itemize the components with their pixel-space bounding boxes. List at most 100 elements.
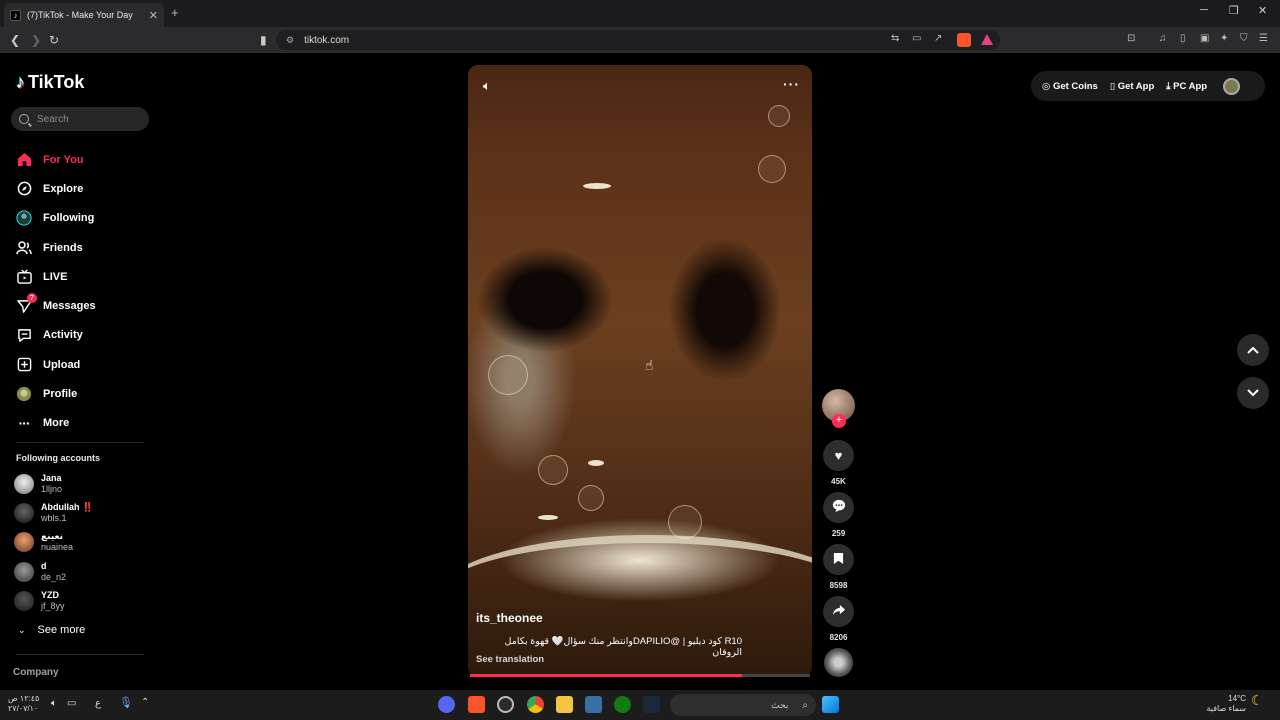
tray-chevron-up-icon[interactable]: ⌃ (141, 698, 149, 708)
steam-icon[interactable] (643, 696, 660, 713)
nav-messages[interactable]: 7 Messages (16, 291, 96, 320)
user-avatar[interactable] (1223, 77, 1241, 95)
avatar (14, 532, 34, 552)
get-coins-button[interactable]: ◎ Get Coins (1042, 81, 1098, 92)
cast-icon[interactable]: ▭ (912, 33, 921, 44)
account-item[interactable]: Abdullah ‼️ wbls.1 (14, 502, 93, 524)
account-item[interactable]: نعينع nuainea (14, 531, 73, 553)
see-translation-button[interactable]: See translation (476, 654, 544, 665)
sidebar-icon[interactable]: ▯ (1180, 33, 1186, 44)
vpn-shield-icon[interactable]: ⛉ (1240, 33, 1248, 44)
pc-app-button[interactable]: ⤓ PC App (1166, 81, 1207, 92)
progress-fill (470, 674, 742, 677)
upload-plus-icon (16, 357, 32, 373)
discord-icon[interactable] (438, 696, 455, 713)
browser-tab[interactable]: ♪ (7)TikTok - Make Your Day ✕ (4, 3, 164, 27)
network-tray-icon[interactable]: ▭ (67, 699, 76, 709)
nav-label: Explore (43, 182, 84, 195)
see-more-button[interactable]: ⌄ See more (18, 624, 85, 636)
screenshot-icon[interactable]: ⊡ (1127, 33, 1135, 44)
brave-rewards-icon[interactable] (981, 34, 993, 45)
top-actions: ◎ Get Coins ▯ Get App ⤓ PC App (1031, 71, 1265, 101)
share-icon[interactable]: ↗ (934, 33, 942, 44)
bubble-shape (578, 485, 604, 511)
friends-icon (16, 240, 32, 256)
share-arrow-icon (832, 604, 846, 619)
chevron-down-icon (1247, 386, 1259, 400)
video-player[interactable] (468, 65, 812, 677)
browser-tab-bar: ♪ (7)TikTok - Make Your Day ✕ + ─ ❐ ✕ (0, 0, 1280, 27)
company-link[interactable]: Company (13, 667, 59, 678)
new-tab-icon[interactable]: + (171, 5, 179, 20)
forward-icon[interactable]: ❯ (31, 33, 41, 47)
account-name: Jana (41, 473, 62, 483)
window-close-icon[interactable]: ✕ (1258, 4, 1267, 17)
leo-ai-icon[interactable]: ✦ (1220, 33, 1228, 44)
nav-more[interactable]: ··· More (16, 409, 96, 438)
home-icon (16, 152, 32, 168)
microphone-icon[interactable]: 🎙︎ (119, 698, 133, 709)
follow-plus-icon[interactable]: + (832, 414, 846, 428)
previous-video-button[interactable] (1237, 334, 1269, 366)
reload-icon[interactable]: ↻ (49, 33, 59, 47)
video-progress-bar[interactable] (470, 674, 810, 677)
save-button[interactable] (823, 544, 854, 575)
nav-friends[interactable]: Friends (16, 233, 96, 262)
nav-following[interactable]: Following (16, 204, 96, 233)
account-item[interactable]: YZD jf_8yy (14, 590, 65, 612)
comment-button[interactable] (823, 492, 854, 523)
media-icon[interactable]: ♫ (1159, 33, 1167, 44)
account-item[interactable]: d de_n2 (14, 561, 66, 583)
video-author[interactable]: its_theonee (476, 611, 543, 625)
language-indicator[interactable]: ع (95, 699, 101, 709)
back-icon[interactable]: ❮ (10, 33, 20, 47)
nav-upload[interactable]: Upload (16, 350, 96, 379)
music-disc-icon[interactable] (824, 648, 853, 677)
share-count: 8206 (829, 633, 848, 642)
nav-live[interactable]: LIVE (16, 262, 96, 291)
paper-plane-icon: 7 (16, 293, 37, 314)
get-app-button[interactable]: ▯ Get App (1110, 81, 1154, 92)
share-button[interactable] (823, 596, 854, 627)
nav-explore[interactable]: Explore (16, 174, 96, 203)
next-video-button[interactable] (1237, 377, 1269, 409)
file-explorer-icon[interactable] (556, 696, 573, 713)
clock[interactable]: ١٢:٤٥ ص ٢٧/٠٧/١٠ (8, 694, 39, 714)
brave-shields-icon[interactable] (957, 33, 971, 47)
url-text: tiktok.com (304, 34, 350, 46)
tiktok-logo[interactable]: ♪ TikTok (16, 72, 84, 93)
nav-activity[interactable]: Activity (16, 321, 96, 350)
wallet-icon[interactable]: ▣ (1200, 33, 1209, 44)
coin-icon: ◎ (1042, 80, 1053, 92)
mouse-cursor-icon: ☝︎ (645, 357, 654, 373)
windows-start-icon[interactable] (822, 696, 839, 713)
media-app-icon[interactable] (497, 696, 514, 713)
volume-tray-icon[interactable]: 🔈︎ (51, 699, 57, 709)
nav-profile[interactable]: Profile (16, 379, 96, 408)
taskbar-search[interactable]: بحث ⌕ (670, 694, 816, 716)
nav-label: Following (43, 212, 95, 225)
messages-badge: 7 (27, 293, 37, 304)
account-item[interactable]: Jana 1lljno (14, 473, 62, 495)
menu-icon[interactable]: ☰ (1259, 33, 1268, 44)
save-count: 8598 (829, 581, 848, 590)
tab-close-icon[interactable]: ✕ (149, 9, 158, 22)
brave-browser-icon[interactable] (468, 696, 485, 713)
translate-icon[interactable]: ⇆ (891, 33, 899, 44)
site-info-icon[interactable]: ⚙ (286, 35, 294, 46)
weather-widget[interactable]: 14°C سماء صافية (1196, 694, 1246, 714)
following-avatar-icon (16, 210, 32, 226)
volume-icon[interactable]: 🔈︎ (483, 78, 491, 94)
store-icon[interactable] (585, 696, 602, 713)
xbox-icon[interactable] (614, 696, 631, 713)
more-options-icon[interactable]: ··· (783, 76, 800, 92)
like-button[interactable]: ♥ (823, 440, 854, 471)
search-input[interactable]: Search (11, 107, 149, 131)
chrome-icon[interactable] (527, 696, 544, 713)
nav-for-you[interactable]: For You (16, 145, 96, 174)
bookmark-icon[interactable]: ▮ (260, 33, 267, 47)
minimize-icon[interactable]: ─ (1200, 4, 1208, 16)
pc-app-label: PC App (1173, 80, 1208, 92)
logo-text: TikTok (28, 72, 85, 92)
maximize-icon[interactable]: ❐ (1229, 4, 1239, 17)
